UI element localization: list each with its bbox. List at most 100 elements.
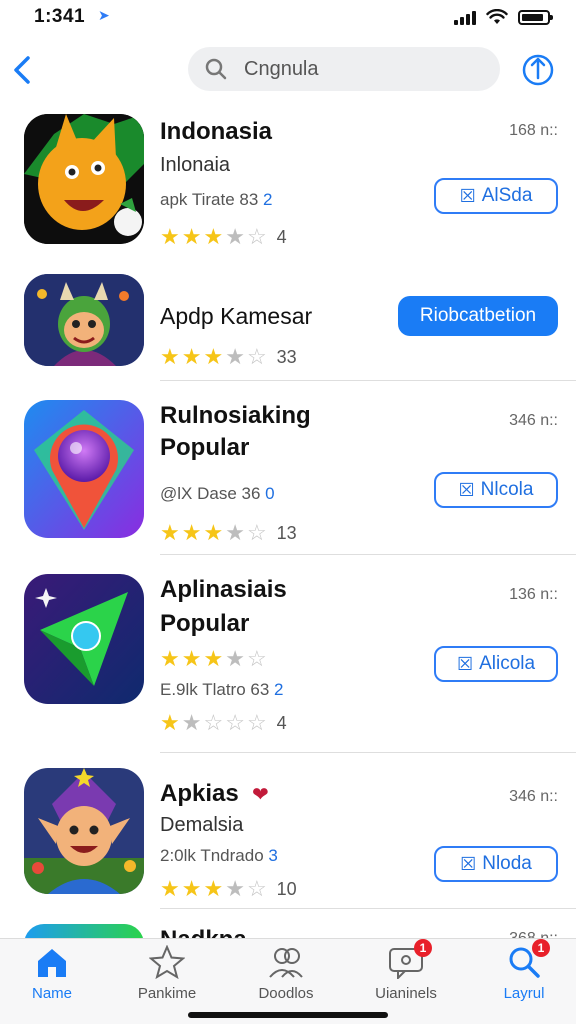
- share-icon[interactable]: [522, 48, 554, 86]
- download-icon: ☒: [456, 653, 474, 674]
- star-filled-icon: ★: [181, 520, 202, 545]
- app-meta: E.9lk Tlatro 63 2: [160, 680, 284, 700]
- star-empty-icon: ☆: [246, 646, 267, 671]
- tab-uianinels[interactable]: 1 Uianinels: [356, 939, 456, 1005]
- home-icon: [34, 945, 70, 979]
- star-empty-icon: ★: [181, 710, 202, 735]
- app-meta-number: 2: [263, 190, 273, 209]
- star-filled-icon: ★: [160, 344, 180, 369]
- rating-stars: ★ ★ ★ ★ ☆: [160, 648, 267, 670]
- get-button[interactable]: ☒ Nloda: [434, 846, 558, 882]
- star-filled-icon: ★: [160, 710, 180, 735]
- status-bar: 1:341 ➤: [0, 0, 576, 36]
- location-icon: ➤: [98, 7, 110, 23]
- notification-badge: 1: [532, 939, 550, 957]
- app-icon-elf: [24, 768, 144, 894]
- star-empty-icon: ☆: [225, 710, 245, 735]
- app-meta-text: apk Tirate 83: [160, 190, 259, 209]
- app-icon-character: [24, 274, 144, 366]
- star-icon: [148, 944, 186, 980]
- download-icon: ☒: [459, 185, 476, 206]
- heart-icon: ❤: [252, 784, 269, 806]
- rating-count: 4: [276, 226, 287, 247]
- star-filled-icon: ★: [203, 224, 224, 249]
- star-filled-icon: ★: [203, 646, 224, 671]
- search-icon: [205, 58, 227, 80]
- home-indicator: [188, 1012, 388, 1018]
- get-button-label: Nloda: [482, 853, 532, 874]
- message-icon: 1: [388, 939, 432, 981]
- app-meta: @lX Dase 36 0: [160, 484, 275, 504]
- search-field[interactable]: Cngnula: [188, 47, 500, 91]
- app-meta-number: 2: [274, 680, 284, 699]
- notification-badge: 1: [414, 939, 432, 957]
- tab-label: Uianinels: [375, 985, 437, 1002]
- star-filled-icon: ★: [160, 646, 180, 671]
- app-meta: 2:0lk Tndrado 3: [160, 846, 278, 866]
- app-meta-text: 2:0lk Tndrado: [160, 846, 264, 865]
- status-time: 1:341: [34, 6, 86, 27]
- divider: [160, 752, 576, 753]
- star-filled-icon: ★: [160, 520, 180, 545]
- star-empty-icon: ☆: [246, 344, 267, 369]
- app-meta-number: 3: [268, 846, 278, 865]
- app-subtitle: Inlonaia: [160, 154, 231, 176]
- app-meta-number: 0: [265, 484, 275, 503]
- star-empty-icon: ★: [225, 520, 245, 545]
- star-filled-icon: ★: [181, 646, 202, 671]
- star-empty-icon: ☆: [246, 520, 267, 545]
- rating-stars-secondary: ★ ★ ☆ ☆ ☆ 4: [160, 712, 287, 734]
- battery-icon: [518, 10, 553, 25]
- get-button[interactable]: ☒ Alicola: [434, 646, 558, 682]
- app-icon-fox: [24, 114, 144, 244]
- back-chevron-icon[interactable]: [8, 50, 38, 90]
- rating-stars: ★ ★ ★ ★ ☆ 33: [160, 346, 297, 368]
- get-button[interactable]: ☒ AlSda: [434, 178, 558, 214]
- app-name-line2: Popular: [160, 610, 250, 637]
- divider: [160, 380, 576, 381]
- status-icons: [454, 9, 553, 25]
- app-icon-map-pin: [24, 400, 144, 538]
- tab-doodlos[interactable]: Doodlos: [236, 945, 336, 1005]
- app-size: 346 n::: [509, 412, 558, 429]
- app-subtitle: Demalsia: [160, 814, 244, 836]
- star-empty-icon: ★: [225, 344, 245, 369]
- rating-stars: ★ ★ ★ ★ ☆ 10: [160, 878, 297, 900]
- app-meta-text: @lX Dase 36: [160, 484, 261, 503]
- app-name: Apkias: [160, 780, 239, 807]
- rating-stars: ★ ★ ★ ★ ☆ 13: [160, 522, 297, 544]
- star-filled-icon: ★: [160, 224, 180, 249]
- tab-layrul[interactable]: 1 Layrul: [474, 939, 574, 1005]
- download-icon: ☒: [458, 479, 475, 500]
- signal-icon: [454, 11, 476, 25]
- star-filled-icon: ★: [181, 344, 202, 369]
- people-icon: [268, 945, 304, 979]
- star-empty-icon: ☆: [203, 710, 224, 735]
- app-size: 136 n::: [509, 586, 558, 603]
- get-button-label: Nlcola: [480, 479, 534, 500]
- primary-action-button[interactable]: Riobcatbetion: [398, 296, 558, 336]
- nav-bar: Cngnula: [0, 44, 576, 96]
- search-icon: 1: [506, 939, 550, 979]
- rating-stars: ★ ★ ★ ★ ☆ 4: [160, 226, 287, 248]
- app-meta: apk Tirate 83 2: [160, 190, 272, 210]
- tab-label: Doodlos: [258, 985, 314, 1002]
- star-filled-icon: ★: [203, 520, 224, 545]
- get-button[interactable]: ☒ Nlcola: [434, 472, 558, 508]
- tab-pankime[interactable]: Pankime: [117, 944, 217, 1005]
- tab-label: Layrul: [503, 985, 545, 1002]
- wifi-icon: [486, 9, 508, 24]
- divider: [160, 908, 576, 909]
- tab-name[interactable]: Name: [2, 945, 102, 1005]
- star-filled-icon: ★: [181, 876, 202, 901]
- app-size: 346 n::: [509, 788, 558, 805]
- star-filled-icon: ★: [181, 224, 202, 249]
- divider: [160, 554, 576, 555]
- rating-count: 4: [276, 712, 287, 733]
- app-size: 168 n::: [509, 122, 558, 139]
- app-name-line2: Popular: [160, 434, 250, 461]
- download-icon: ☒: [460, 853, 477, 874]
- star-filled-icon: ★: [203, 876, 224, 901]
- star-empty-icon: ★: [225, 224, 245, 249]
- get-button-label: Alicola: [479, 653, 536, 674]
